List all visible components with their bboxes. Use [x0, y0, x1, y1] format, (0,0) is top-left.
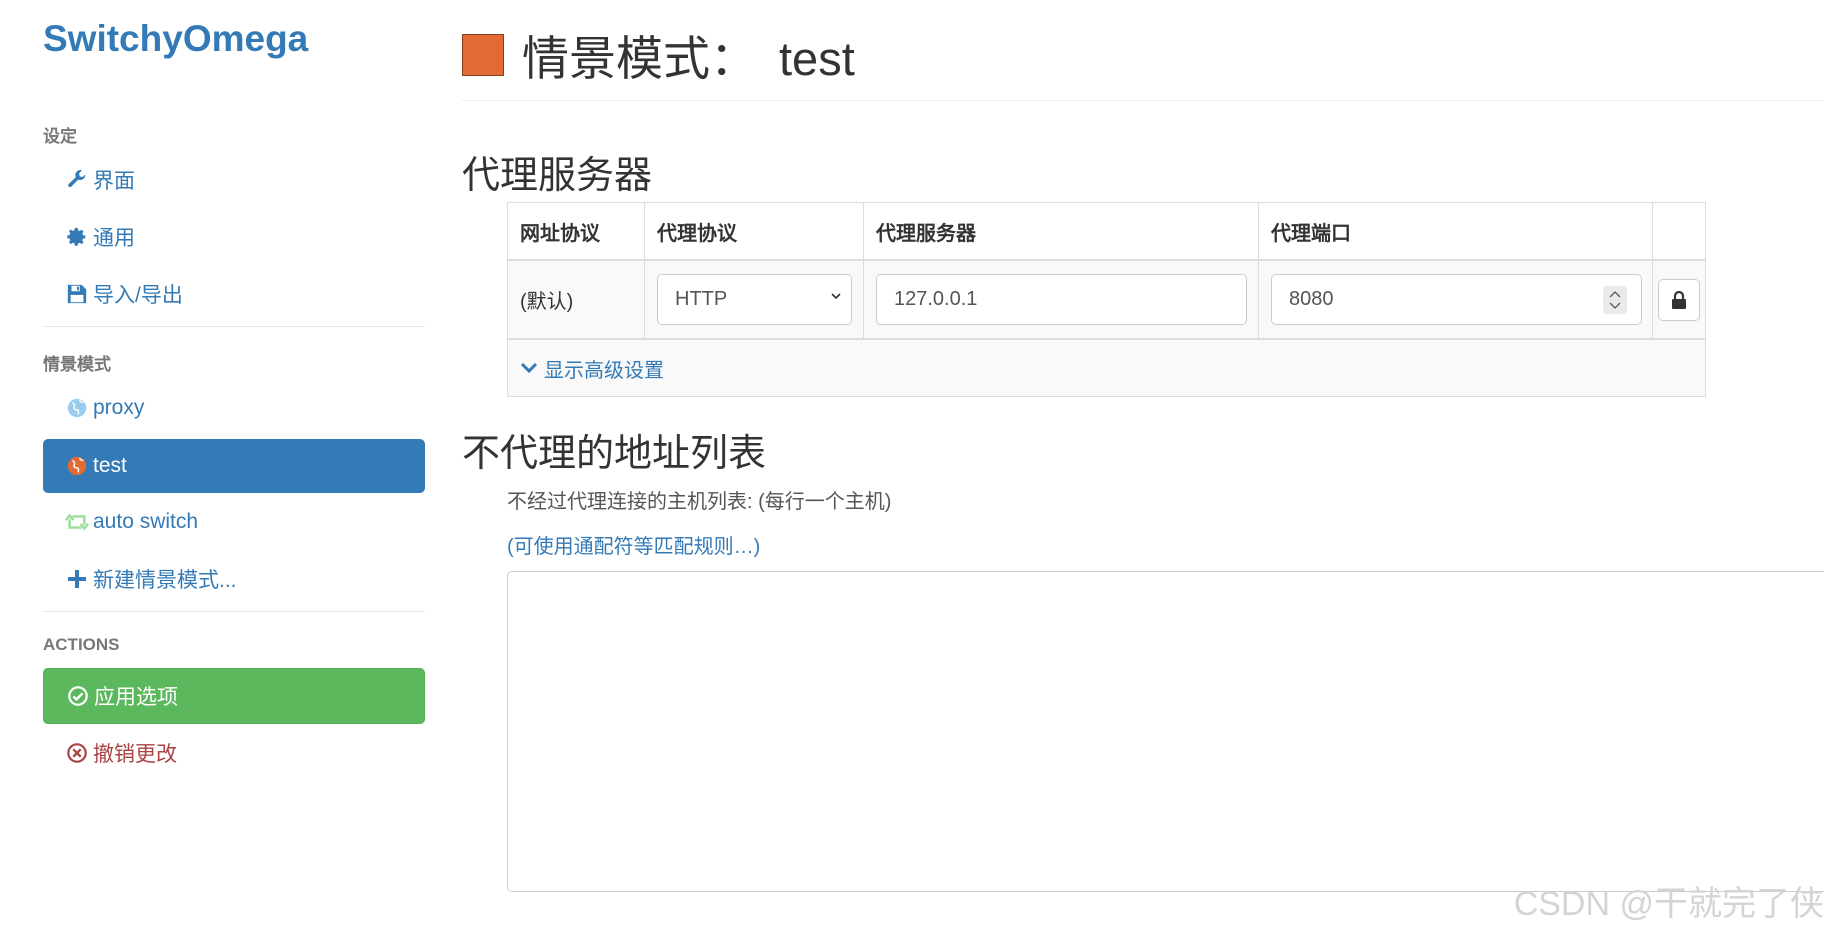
table-row: (默认) HTTP 127.0.0.1 8080: [508, 261, 1705, 340]
proxy-server-value: 127.0.0.1: [894, 288, 978, 310]
spinner-arrows-icon: [1609, 290, 1621, 310]
new-profile-button[interactable]: 新建情景模式...: [43, 552, 425, 606]
column-header-port: 代理端口: [1259, 203, 1653, 259]
sidebar-item-label: 新建情景模式...: [93, 569, 237, 592]
sidebar-item-label: 通用: [93, 227, 135, 250]
server-cell: 127.0.0.1: [864, 261, 1259, 338]
wrench-icon: [65, 168, 89, 192]
bypass-description: 不经过代理连接的主机列表: (每行一个主机): [507, 491, 892, 513]
sidebar-item-label: proxy: [93, 396, 145, 419]
column-header-auth: [1653, 203, 1705, 259]
sidebar-item-test[interactable]: test: [43, 439, 425, 493]
sidebar-item-label: test: [93, 454, 127, 477]
column-header-scheme: 网址协议: [508, 203, 645, 259]
sidebar-item-auto-switch[interactable]: auto switch: [43, 495, 425, 549]
divider: [43, 611, 425, 612]
floppy-disk-icon: [65, 282, 89, 306]
apply-options-label: 应用选项: [94, 686, 178, 709]
bypass-list-textarea[interactable]: [507, 571, 1824, 892]
sidebar-item-interface[interactable]: 界面: [43, 153, 425, 207]
port-cell: 8080: [1259, 261, 1653, 338]
sidebar-item-general[interactable]: 通用: [43, 210, 425, 264]
divider: [43, 326, 425, 327]
sidebar-item-label: auto switch: [93, 510, 199, 533]
proxy-protocol-value: HTTP: [675, 288, 728, 310]
close-circle-icon: [65, 741, 89, 765]
table-header-row: 网址协议 代理协议 代理服务器 代理端口: [508, 203, 1705, 261]
sidebar: SwitchyOmega 设定 界面 通用 导入/导出 情景模式 proxy t…: [43, 0, 425, 931]
proxy-port-input[interactable]: 8080: [1271, 274, 1642, 325]
proxy-servers-table: 网址协议 代理协议 代理服务器 代理端口 (默认) HTTP 127.0.0.1: [507, 202, 1706, 397]
retweet-icon: [65, 510, 89, 534]
page-title: 情景模式： test: [462, 20, 855, 89]
discard-changes-label: 撤销更改: [93, 743, 177, 766]
protocol-cell: HTTP: [645, 261, 864, 338]
port-spinner[interactable]: [1603, 286, 1627, 314]
header-divider: [462, 100, 1824, 101]
actions-header: ACTIONS: [43, 635, 120, 654]
lock-icon: [1672, 290, 1686, 309]
profile-name: test: [779, 32, 855, 85]
main-content: 情景模式： test 代理服务器 网址协议 代理协议 代理服务器 代理端口 (默认…: [462, 0, 1824, 931]
bypass-section-title: 不代理的地址列表: [462, 433, 767, 475]
wildcard-rules-link[interactable]: (可使用通配符等匹配规则…): [507, 530, 760, 559]
chevron-down-icon: [520, 362, 538, 374]
sidebar-item-label: 界面: [93, 170, 135, 193]
show-advanced-settings-link[interactable]: 显示高级设置: [508, 340, 1705, 396]
apply-options-button[interactable]: 应用选项: [43, 668, 425, 724]
proxy-server-input[interactable]: 127.0.0.1: [876, 274, 1247, 325]
column-header-protocol: 代理协议: [645, 203, 864, 259]
watermark: CSDN @干就完了侠: [1513, 885, 1824, 923]
proxy-section-title: 代理服务器: [462, 155, 653, 197]
auth-cell: [1653, 261, 1705, 338]
settings-header: 设定: [43, 127, 77, 146]
sidebar-item-import-export[interactable]: 导入/导出: [43, 267, 425, 321]
globe-icon: [65, 454, 89, 478]
discard-changes-button[interactable]: 撤销更改: [43, 726, 425, 780]
proxy-port-value: 8080: [1289, 288, 1334, 310]
proxy-protocol-select[interactable]: HTTP: [657, 274, 852, 325]
profile-color-swatch[interactable]: [462, 33, 504, 76]
column-header-server: 代理服务器: [864, 203, 1259, 259]
scheme-cell: (默认): [508, 261, 645, 338]
chevron-down-icon: [831, 293, 841, 300]
show-advanced-label: 显示高级设置: [544, 359, 664, 382]
plus-icon: [65, 567, 89, 591]
sidebar-item-label: 导入/导出: [93, 284, 183, 307]
globe-icon: [65, 396, 89, 420]
profiles-header: 情景模式: [43, 355, 111, 374]
profile-title-prefix: 情景模式：: [522, 32, 757, 85]
gear-icon: [65, 225, 89, 249]
proxy-auth-button[interactable]: [1658, 278, 1700, 321]
sidebar-item-proxy[interactable]: proxy: [43, 381, 425, 435]
check-circle-icon: [66, 684, 90, 708]
brand-title: SwitchyOmega: [43, 18, 309, 59]
profile-title: 情景模式： test: [522, 20, 855, 89]
